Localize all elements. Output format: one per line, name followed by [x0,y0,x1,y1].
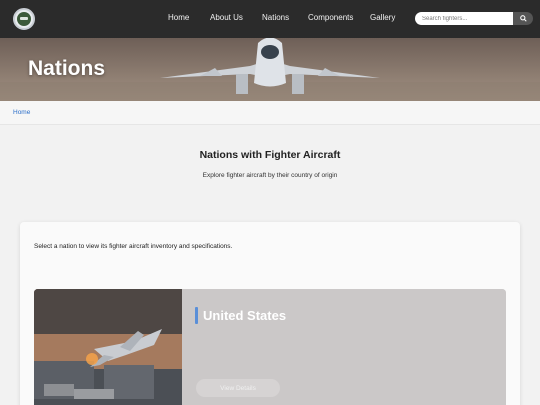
page-title: Nations [28,57,106,80]
section-heading: Nations with Fighter Aircraft [199,149,341,161]
nav-link-about-us[interactable]: About Us [210,13,243,22]
nation-info: United States View Details [182,289,506,405]
nation-card-united-states[interactable]: United States View Details [34,289,506,405]
breadcrumb-home-link[interactable]: Home [13,109,30,116]
nav-link-components[interactable]: Components [308,13,353,22]
nav-link-nations[interactable]: Nations [262,13,289,22]
accent-bar [195,307,198,324]
hero-banner: Nations [0,38,540,101]
breadcrumb: Home [0,101,540,125]
top-navbar: Home About Us Nations Components Gallery [0,0,540,38]
view-details-button[interactable]: View Details [196,379,280,397]
f16-jet-image [34,289,182,405]
section-subheading: Explore fighter aircraft by their countr… [202,172,338,179]
nation-name: United States [203,308,287,323]
nav-link-gallery[interactable]: Gallery [370,13,395,22]
nav-link-home[interactable]: Home [168,13,189,22]
nation-image [34,289,182,405]
search-button[interactable] [513,12,533,25]
search-icon [519,15,527,22]
search-input[interactable] [415,12,513,25]
selector-instruction: Select a nation to view its fighter airc… [34,243,233,250]
